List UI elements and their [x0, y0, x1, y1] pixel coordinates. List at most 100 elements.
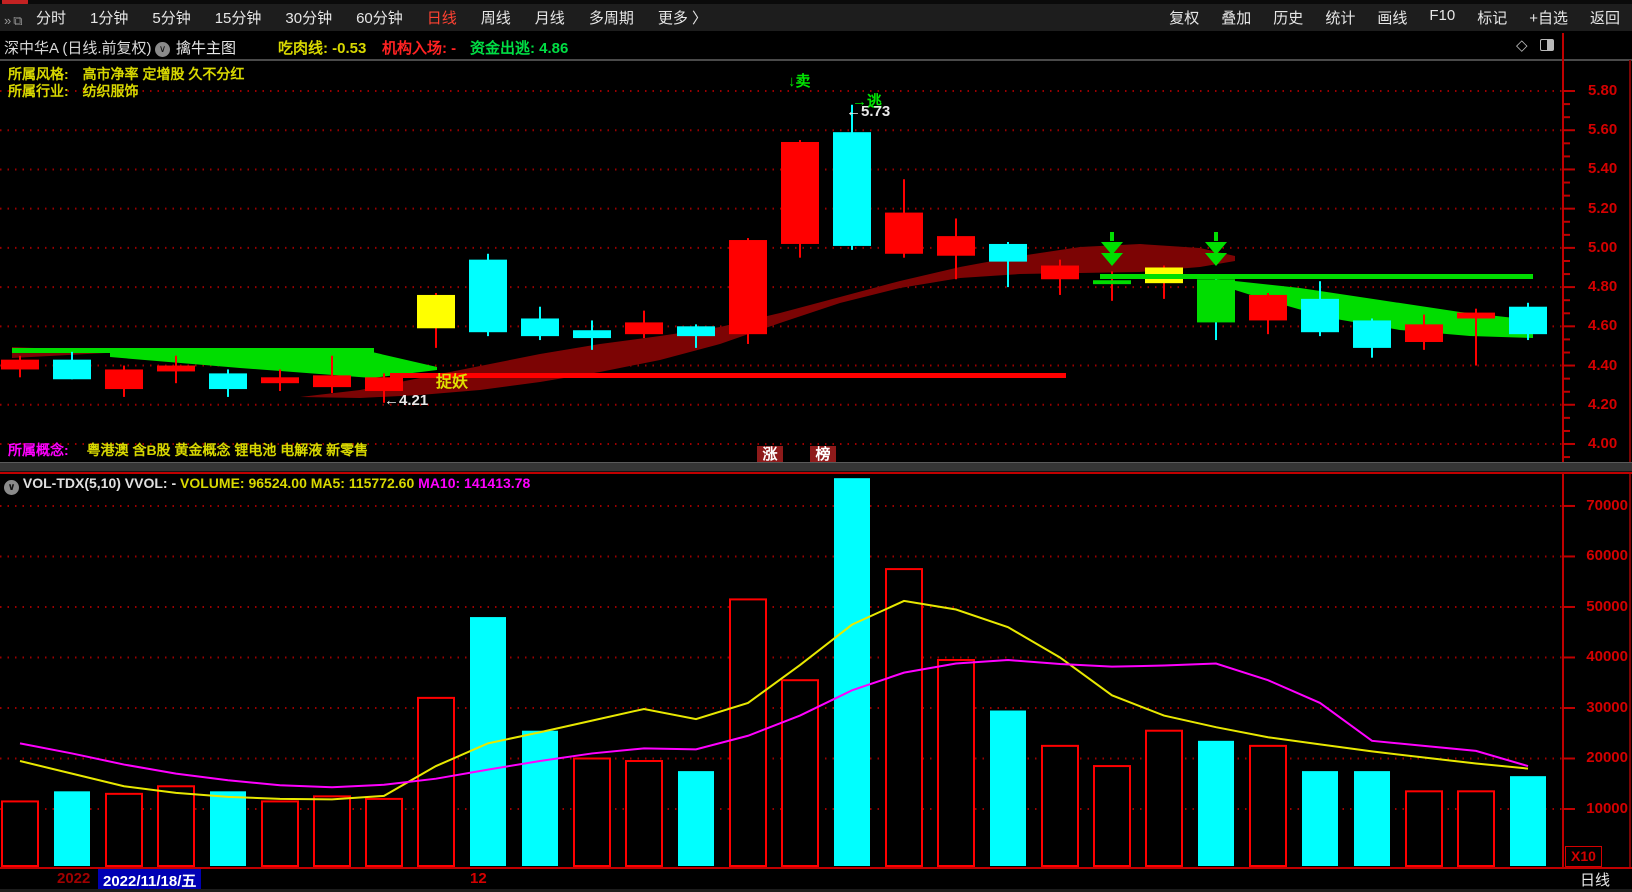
sell-marker-stem [1110, 232, 1114, 241]
green-band-left [110, 352, 437, 378]
volume-bar-down[interactable] [54, 791, 90, 866]
candle-body[interactable] [261, 377, 299, 384]
price-axis-label: 5.00 [1588, 238, 1618, 256]
volume-axis-label: 10000 [1586, 799, 1628, 817]
timeline-month-label: 12 [470, 870, 487, 887]
volume-bar-up[interactable] [1145, 729, 1183, 867]
volume-bar-up[interactable] [1405, 790, 1443, 867]
volume-bar-up[interactable] [261, 800, 299, 867]
volume-bar-down[interactable] [210, 791, 246, 866]
candle-body[interactable] [781, 141, 819, 244]
volume-axis-label: 60000 [1586, 547, 1628, 565]
price-axis-label: 4.20 [1588, 395, 1618, 413]
volume-indicator-header: ∨ VOL-TDX(5,10) VVOL: - VOLUME: 96524.00… [4, 475, 530, 495]
current-period-label: 日线 [1580, 872, 1611, 889]
candle-body[interactable] [573, 330, 611, 339]
volume-bar-up[interactable] [729, 598, 767, 867]
timeline-year-label: 2022 [57, 870, 91, 887]
concept-label: 所属概念: [8, 442, 69, 458]
candle-body[interactable] [729, 240, 767, 335]
volume-bar-down[interactable] [1302, 771, 1338, 866]
candle-body[interactable] [1093, 280, 1131, 285]
volume-bar-up[interactable] [1093, 765, 1131, 868]
volume-bar-down[interactable] [1198, 740, 1234, 866]
volume-bar-down[interactable] [834, 478, 870, 866]
panel-separator-mid [0, 462, 1632, 472]
volume-bar-up[interactable] [937, 659, 975, 868]
vol-ma5-line [19, 599, 1529, 801]
industry-label: 所属行业: [8, 83, 69, 99]
low-price-annotation: ←4.21 [384, 392, 429, 409]
candle-body[interactable] [937, 236, 975, 256]
price-axis-label: 4.00 [1588, 434, 1618, 452]
candle-body[interactable] [105, 369, 143, 390]
candle-body[interactable] [1353, 320, 1391, 348]
industry-value: 纺织服饰 [82, 83, 139, 99]
volume-bar-up[interactable] [885, 568, 923, 867]
candle-body[interactable] [1041, 265, 1079, 280]
candle-body[interactable] [209, 373, 247, 390]
candle-body[interactable] [417, 294, 455, 329]
bang-badge[interactable]: 榜 [810, 446, 836, 462]
volume-bar-up[interactable] [1457, 790, 1495, 867]
volume-bar-up[interactable] [105, 792, 143, 868]
volume-bar-up[interactable] [1249, 744, 1287, 868]
volume-bar-up[interactable] [781, 679, 819, 868]
candle-body[interactable] [677, 326, 715, 337]
candle-body[interactable] [53, 359, 91, 380]
volume-bar-down[interactable] [1510, 776, 1546, 866]
candle-body[interactable] [313, 375, 351, 388]
concept-attribute-row: 所属概念: 粤港澳 含B股 黄金概念 锂电池 电解液 新零售 [8, 440, 368, 460]
style-label: 所属风格: [8, 66, 69, 82]
price-axis-label: 5.80 [1588, 82, 1618, 99]
volume-multiplier-badge: X10 [1565, 846, 1602, 867]
volume-bar-down[interactable] [990, 710, 1026, 866]
candle-body[interactable] [989, 243, 1027, 262]
candle-body[interactable] [1249, 294, 1287, 321]
zhang-badge[interactable]: 涨 [757, 446, 783, 462]
candle-body[interactable] [885, 212, 923, 254]
volume-bar-up[interactable] [1041, 744, 1079, 868]
volume-bar-up[interactable] [573, 757, 611, 868]
volume-axis-label: 40000 [1586, 648, 1628, 666]
style-value: 高市净率 定增股 久不分红 [82, 66, 245, 82]
volume-bar-up[interactable] [417, 696, 455, 868]
candle-body[interactable] [157, 365, 195, 372]
volume-bar-up[interactable] [157, 785, 195, 868]
volume-axis-label: 30000 [1586, 698, 1628, 716]
volume-bar-down[interactable] [1354, 771, 1390, 866]
candle-body[interactable] [365, 377, 403, 392]
volume-bar-up[interactable] [1, 800, 39, 867]
green-ma-line-left [12, 348, 374, 353]
volume-bar-down[interactable] [522, 730, 558, 866]
volume-bar-up[interactable] [365, 797, 403, 867]
price-axis-label: 4.40 [1588, 356, 1618, 374]
concept-tags[interactable]: 粤港澳 含B股 黄金概念 锂电池 电解液 新零售 [87, 442, 369, 458]
candle-body[interactable] [1301, 298, 1339, 333]
candle-body[interactable] [833, 132, 871, 246]
candle-body[interactable] [521, 318, 559, 337]
volume-axis-label: 70000 [1586, 496, 1628, 514]
high-price-annotation: ←5.73 [846, 103, 891, 120]
vol-value-magenta: MA10: 141413.78 [418, 475, 531, 491]
volume-bar-up[interactable] [313, 795, 351, 868]
candle-body[interactable] [1197, 279, 1235, 323]
candle-body[interactable] [1405, 324, 1443, 343]
collapse-indicator-icon[interactable]: ∨ [4, 480, 19, 495]
industry-attribute-row: 所属行业: 纺织服饰 [8, 81, 139, 101]
candle-body[interactable] [1457, 312, 1495, 319]
volume-bar-down[interactable] [678, 771, 714, 866]
candle-body[interactable] [625, 322, 663, 335]
price-axis-label: 5.60 [1588, 121, 1618, 139]
candle-body[interactable] [469, 259, 507, 333]
timeline-row[interactable]: 2022 2022/11/18/五 12 [0, 869, 1632, 892]
candle-body[interactable] [1509, 306, 1547, 335]
candle-body[interactable] [1, 359, 39, 370]
price-axis-label: 5.20 [1588, 199, 1618, 217]
green-flat-line [1100, 274, 1533, 279]
volume-bar-up[interactable] [625, 760, 663, 867]
vol-indicator-name[interactable]: VOL-TDX(5,10) VVOL: - [23, 475, 176, 491]
price-axis-label: 4.60 [1588, 317, 1618, 335]
app-window: »⧉ 分时 1分钟 5分钟 15分钟 30分钟 60分钟 日线 周线 月线 多周期 更多 〉 复权叠… [0, 0, 1632, 892]
price-axis-label: 5.40 [1588, 160, 1618, 178]
